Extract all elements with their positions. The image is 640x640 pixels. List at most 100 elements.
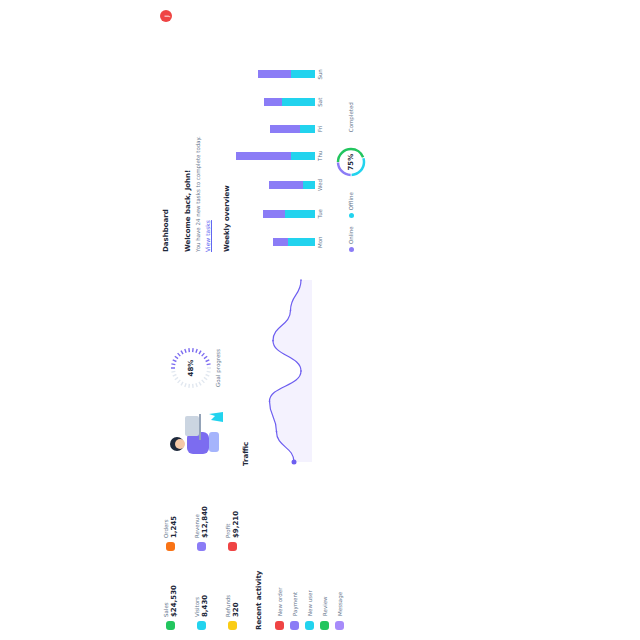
bar-chart: Mon Tue Wed Thu Fri Sat Sun — [243, 10, 323, 252]
welcome-title: Welcome back, John! — [184, 10, 192, 252]
person-laptop-icon — [165, 402, 225, 466]
bar-group: Sat — [264, 98, 323, 107]
activity-item[interactable]: Payment — [290, 480, 299, 630]
bar — [264, 98, 282, 106]
stat-text: Orders1,245 — [163, 516, 178, 538]
bar-label: Wed — [317, 179, 323, 191]
stat-value: 8,430 — [201, 595, 209, 617]
stat-card[interactable]: Profit$9,210 — [222, 480, 243, 551]
bar-label: Tue — [317, 209, 323, 218]
activity-icon — [335, 621, 344, 630]
right-column: Dashboard J Welcome back, John!You have 24… — [160, 10, 490, 252]
line-chart — [262, 276, 312, 466]
stat-text: Profit$9,210 — [225, 511, 240, 538]
line-point — [276, 431, 278, 433]
bar — [269, 181, 304, 189]
welcome-text: Welcome back, John!You have 24 new tasks… — [184, 10, 211, 252]
donut-wrap: 75% — [335, 146, 367, 178]
activity-item[interactable]: Message — [335, 480, 344, 630]
activity-item[interactable]: Review — [320, 480, 329, 630]
welcome-link[interactable]: View tasks — [204, 10, 211, 252]
activity-label: New user — [307, 590, 313, 616]
stat-icon — [228, 621, 237, 630]
activity-label: New order — [277, 588, 283, 616]
bar-group: Mon — [273, 236, 323, 248]
avatar[interactable]: J — [160, 10, 172, 22]
middle-column: 48%Goal progress Traffic — [160, 266, 490, 466]
page-title: Dashboard — [162, 209, 170, 252]
activity-label: Payment — [292, 592, 298, 616]
bar — [263, 210, 286, 218]
bar — [273, 238, 288, 246]
activity-list: New order Payment New user Review Message — [275, 480, 344, 630]
line-point — [269, 401, 271, 403]
bar-label: Thu — [317, 151, 323, 161]
activity-label: Review — [322, 596, 328, 616]
stat-label: Sales — [163, 585, 169, 617]
gauge-wrap: 48% — [169, 346, 213, 390]
activity-icon — [305, 621, 314, 630]
bar — [288, 238, 315, 246]
header: Dashboard J — [160, 10, 172, 252]
stat-text: Revenue$12,840 — [194, 506, 209, 538]
stat-value: $24,530 — [170, 585, 178, 617]
bar — [285, 210, 315, 218]
stat-text: Refunds320 — [225, 595, 240, 617]
stat-label: Refunds — [225, 595, 231, 617]
bar — [291, 70, 315, 78]
stat-card[interactable]: Visitors8,430 — [191, 559, 212, 630]
line-chart-title: Traffic — [242, 266, 250, 466]
stat-icon — [197, 621, 206, 630]
stat-label: Orders — [163, 516, 169, 538]
bar-stack — [263, 210, 316, 218]
stat-label: Profit — [225, 511, 231, 538]
activity-label: Message — [337, 592, 343, 616]
activity-item[interactable]: New user — [305, 480, 314, 630]
donut-value: 75% — [335, 146, 367, 178]
bar-group: Thu — [236, 151, 324, 161]
stat-card[interactable]: Orders1,245 — [160, 480, 181, 551]
bar — [291, 152, 315, 160]
stat-card[interactable]: Refunds320 — [222, 559, 243, 630]
line-point — [292, 460, 297, 465]
line-point — [272, 340, 274, 342]
dashboard: Sales$24,530 Orders1,245 Visitors8,430 Reve… — [0, 0, 640, 640]
bar-group: Sun — [258, 69, 323, 79]
stat-value: $9,210 — [232, 511, 240, 538]
legend-dot — [349, 247, 354, 252]
line-point — [290, 310, 292, 312]
legend-item: Offline — [348, 192, 354, 218]
stat-value: 320 — [232, 595, 240, 617]
stat-icon — [166, 542, 175, 551]
stat-card[interactable]: Revenue$12,840 — [191, 480, 212, 551]
bar-label: Fri — [317, 125, 323, 132]
activity-item[interactable]: New order — [275, 480, 284, 630]
stat-icon — [166, 621, 175, 630]
bar — [236, 152, 292, 160]
stat-card[interactable]: Sales$24,530 — [160, 559, 181, 630]
bar-group: Wed — [269, 179, 324, 191]
bar-label: Sat — [317, 98, 323, 107]
activity-icon — [290, 621, 299, 630]
bar — [258, 70, 291, 78]
stat-icon — [228, 542, 237, 551]
activity-icon — [320, 621, 329, 630]
left-column: Sales$24,530 Orders1,245 Visitors8,430 Reve… — [160, 480, 490, 630]
bar — [270, 125, 300, 133]
activity-title: Recent activity — [255, 480, 263, 630]
line-point — [300, 370, 302, 372]
bar-chart-title: Weekly overview — [223, 10, 231, 252]
stat-value: $12,840 — [201, 506, 209, 538]
gauge: 48%Goal progress — [169, 346, 221, 390]
line-point — [300, 279, 302, 281]
welcome-subtitle: You have 24 new tasks to complete today. — [195, 10, 201, 252]
bar-group: Tue — [263, 209, 324, 218]
bar — [300, 125, 315, 133]
bar-stack — [273, 238, 315, 246]
legend-item: Online — [348, 226, 354, 252]
bar-label: Mon — [317, 236, 323, 248]
screen: Sales$24,530 Orders1,245 Visitors8,430 Reve… — [0, 0, 640, 640]
bar-label: Sun — [317, 69, 323, 79]
bar-stack — [270, 125, 315, 133]
stat-icon — [197, 542, 206, 551]
